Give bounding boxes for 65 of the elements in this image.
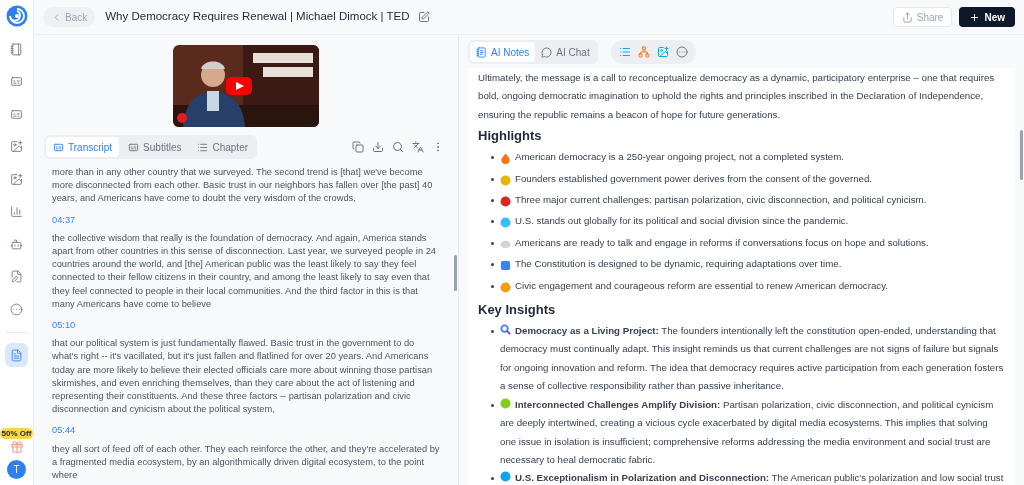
captions-icon (53, 141, 64, 153)
mind-map-icon[interactable] (637, 46, 650, 58)
bullet-icon (491, 403, 494, 407)
bullet-icon (491, 330, 494, 334)
highlight-item: The Constitution is designed to be dynamic, requiring adaptations over time. (515, 257, 842, 272)
insight-item: Democracy as a Living Project: The founders intentionally left the constitution open-ended, understanding that democracy must continually adapt. This insight reminds us that current challenges are not signs of failure but signals for ongoing innovation and reform. The idea that democracy requires active participation from each generation fosters a sense of collective responsibility rather than passive inheritance. (500, 323, 1005, 394)
bullet-icon (491, 156, 494, 160)
translate-icon[interactable] (412, 141, 424, 153)
transcript-tab[interactable]: Transcript (46, 137, 120, 157)
bullet-icon (491, 241, 494, 245)
bullet-icon (491, 220, 494, 224)
highlight-item: Three major current challenges: partisan polarization, civic disconnection, and political cynicism. (515, 193, 927, 208)
captions-icon (128, 141, 140, 153)
transcript-paragraph: the collective wisdom that really is the foundation of democracy. And again, America stands apart from other countries in this sense of disconnection. Last year, we surveyed people in 24 countries around the world, and [the] American public was the least likely to say they feel connected to their fellow citizens in their country, and among the least likely to say even that they feel connected to people in their local communities. And the third factor in this is that many Americans have come to believe (52, 231, 437, 311)
timestamp[interactable]: 05:10 (52, 319, 440, 333)
timestamp[interactable]: 04:37 (52, 213, 440, 227)
list-icon (197, 141, 209, 153)
video-title: Why Democracy Requires Renewal | Michael Dimock | TED (105, 9, 410, 25)
notes-tab[interactable]: AI Notes (470, 42, 536, 62)
transcript-paragraph: that our political system is just fundamentally flawed. Basic trust in the government to do what's right -- it's vacillated, but it's just fallen and flatlined for over 20 years. And Americans today are more likely to believe their elected officials care more about winning those partisan skirmishes, and even enriching themselves, than they care about the act of listening and representing their constituents. And these three factors -- partisan polarization and civic disconnection and cynicism about the political system, (52, 337, 434, 417)
play-button-icon[interactable] (226, 77, 252, 95)
insight-item: U.S. Exceptionalism in Polarization and Disconnection: The American public's polarization and low social trust (500, 469, 1004, 485)
transcript-paragraph: they all sort of feed off of each other. They each reinforce the other, and they're accelerated by a fragmented media ecosystem, by an algorithmically driven digital ecosystem, to the point where (52, 442, 440, 483)
bullet-icon (491, 199, 494, 203)
scrollbar-thumb[interactable] (1020, 130, 1023, 180)
transcript-paragraph: more than in any other country that we surveyed. The second trend is [that] we've become more disconnected from each other. Basic trust in our neighbors has fallen over [the past] 40 years, and Americans have come to doubt the very wisdom of the crowds, (52, 166, 434, 206)
notebook-icon (476, 46, 487, 58)
list-icon[interactable] (618, 46, 631, 58)
search-icon[interactable] (392, 141, 404, 153)
back-button[interactable]: Back (43, 7, 96, 27)
highlight-item: Americans are ready to talk and engage in reforms if conversations focus on hope and solutions. (515, 235, 929, 250)
share-button[interactable]: Share (892, 7, 953, 27)
plus-icon (969, 11, 981, 23)
bullet-icon (491, 477, 494, 481)
section-heading: Highlights (478, 127, 543, 146)
highlight-item: Founders established government power derives from the consent of the governed. (515, 171, 873, 186)
bullet-icon (491, 177, 494, 181)
promo-badge[interactable]: 50% Off (0, 428, 34, 439)
notes-tab[interactable]: AI Chat (535, 42, 596, 62)
logo-icon[interactable] (5, 5, 28, 27)
chat-bubble-icon (541, 46, 553, 58)
new-button[interactable]: New (959, 7, 1015, 27)
avatar[interactable]: T (7, 460, 26, 479)
highlight-item: American democracy is a 250-year ongoing project, not a completed system. (515, 150, 844, 165)
timestamp[interactable]: 05:44 (52, 424, 440, 438)
summary-paragraph: Ultimately, the message is a call to reconceptualize democracy as a dynamic, participatory enterprise – one that requires bold, ongoing democratic imagination to uphold the rights and principles inscribed in the Declaration of Independence, ensuring the republic remains a beacon of hope for future generations. (478, 71, 996, 122)
notes-icon[interactable] (5, 343, 28, 367)
gift-icon[interactable] (9, 440, 24, 454)
transcript-tab[interactable]: Subtitles (121, 137, 189, 157)
fire-icon (500, 153, 511, 165)
download-icon[interactable] (372, 141, 384, 153)
edit-icon[interactable] (418, 11, 431, 23)
bullet-icon (491, 284, 494, 288)
scrollbar-thumb[interactable] (454, 255, 457, 291)
magnifier-icon (500, 324, 511, 336)
copy-icon[interactable] (352, 141, 364, 153)
share-icon (901, 11, 913, 23)
transcript-tab[interactable]: Chapter (190, 137, 256, 157)
bullet-icon (491, 263, 494, 267)
highlight-item: Civic engagement and courageous reform are essential to renew American democracy. (515, 278, 888, 293)
highlight-item: U.S. stands out globally for its political and social division since the pandemic. (515, 214, 849, 229)
image-icon[interactable] (656, 46, 669, 58)
section-heading: Key Insights (478, 301, 557, 320)
more-icon[interactable] (675, 46, 688, 58)
insight-item: Interconnected Challenges Amplify Division: Partisan polarization, civic disconnection, and political cynicism are deeply intertwined, creating a vicious cycle exacerbated by digital media ecosystems. This implies that solving one issue in isolation is insufficient; comprehensive reforms addressing the media environment and social trust are necessary to heal democratic fabric. (500, 396, 995, 467)
